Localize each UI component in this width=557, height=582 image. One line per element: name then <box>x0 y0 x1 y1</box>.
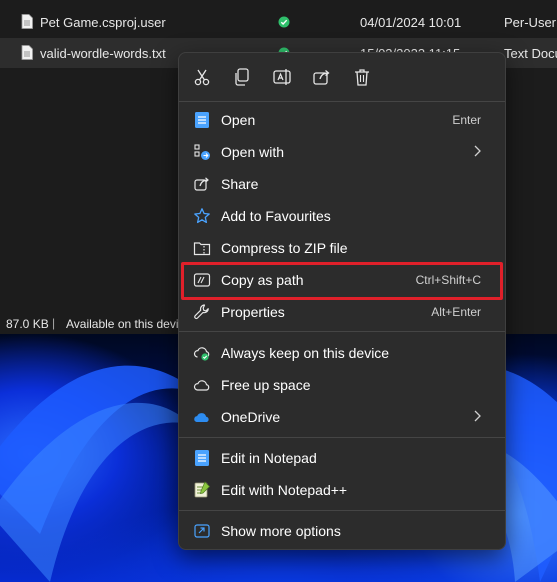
show-more-icon <box>193 522 211 540</box>
delete-icon <box>355 69 369 86</box>
menu-item-properties[interactable]: Properties Alt+Enter <box>185 297 499 327</box>
chevron-right-icon <box>474 145 481 157</box>
open-with-icon <box>193 143 211 161</box>
copy-path-icon <box>193 271 211 289</box>
share-button[interactable] <box>311 66 333 88</box>
file-row[interactable]: Pet Game.csproj.user 04/01/2024 10:01 Pe… <box>0 7 557 37</box>
rename-button[interactable] <box>271 66 293 88</box>
menu-separator <box>179 101 505 102</box>
menu-item-label: Add to Favourites <box>221 208 331 224</box>
sync-status-icon <box>278 16 290 28</box>
cut-icon <box>194 69 210 86</box>
menu-item-copy-as-path[interactable]: Copy as path Ctrl+Shift+C <box>185 265 499 295</box>
menu-item-open-with[interactable]: Open with <box>185 137 499 167</box>
menu-separator <box>179 331 505 332</box>
cloud-icon <box>193 376 211 394</box>
notepadpp-icon <box>193 481 211 499</box>
onedrive-icon <box>193 408 211 426</box>
share-icon <box>193 175 211 193</box>
copy-button[interactable] <box>231 66 253 88</box>
menu-item-label: Share <box>221 176 259 192</box>
notepad-icon <box>193 449 211 467</box>
file-name: valid-wordle-words.txt <box>40 46 166 61</box>
menu-item-edit-in-notepad[interactable]: Edit in Notepad <box>185 443 499 473</box>
menu-item-edit-with-notepadpp[interactable]: Edit with Notepad++ <box>185 475 499 505</box>
menu-item-label: Compress to ZIP file <box>221 240 348 256</box>
file-name: Pet Game.csproj.user <box>40 15 166 30</box>
menu-item-label: Always keep on this device <box>221 345 390 361</box>
document-icon <box>21 45 33 60</box>
file-date: 04/01/2024 10:01 <box>360 15 462 30</box>
menu-separator <box>179 437 505 438</box>
rename-icon <box>273 69 291 85</box>
copy-icon <box>235 68 249 86</box>
cut-button[interactable] <box>191 66 213 88</box>
file-type: Per-User P <box>504 15 557 30</box>
menu-item-share[interactable]: Share <box>185 169 499 199</box>
context-menu: Open Enter Open with Share Add to Favour… <box>178 52 506 550</box>
delete-button[interactable] <box>351 66 373 88</box>
share-icon <box>313 70 330 85</box>
menu-item-label: Edit with Notepad++ <box>221 482 348 498</box>
menu-separator <box>179 510 505 511</box>
menu-item-label: Copy as path <box>221 272 304 288</box>
menu-item-onedrive[interactable]: OneDrive <box>185 402 499 432</box>
zip-icon <box>193 239 211 257</box>
menu-item-label: OneDrive <box>221 409 281 425</box>
star-icon <box>193 207 211 225</box>
menu-item-shortcut: Enter <box>452 113 481 127</box>
menu-item-label: Free up space <box>221 377 311 393</box>
availability-status: Available on this devi <box>66 317 179 331</box>
menu-item-free-up-space[interactable]: Free up space <box>185 370 499 400</box>
notepad-icon <box>193 111 211 129</box>
menu-item-label: Edit in Notepad <box>221 450 317 466</box>
menu-item-always-keep[interactable]: Always keep on this device <box>185 338 499 368</box>
status-separator: | <box>52 316 56 330</box>
chevron-right-icon <box>474 410 481 422</box>
menu-item-label: Open <box>221 112 256 128</box>
menu-item-label: Open with <box>221 144 285 160</box>
menu-item-shortcut: Ctrl+Shift+C <box>415 273 481 287</box>
cloud-keep-icon <box>193 344 211 362</box>
menu-item-shortcut: Alt+Enter <box>431 305 481 319</box>
selection-size: 87.0 KB <box>6 317 49 331</box>
menu-item-label: Properties <box>221 304 285 320</box>
menu-item-label: Show more options <box>221 523 341 539</box>
menu-item-show-more-options[interactable]: Show more options <box>185 516 499 546</box>
wrench-icon <box>193 303 211 321</box>
menu-item-compress-zip[interactable]: Compress to ZIP file <box>185 233 499 263</box>
menu-item-open[interactable]: Open Enter <box>185 105 499 135</box>
document-icon <box>21 14 33 29</box>
file-type: Text Docu <box>504 46 557 61</box>
menu-item-add-to-favourites[interactable]: Add to Favourites <box>185 201 499 231</box>
